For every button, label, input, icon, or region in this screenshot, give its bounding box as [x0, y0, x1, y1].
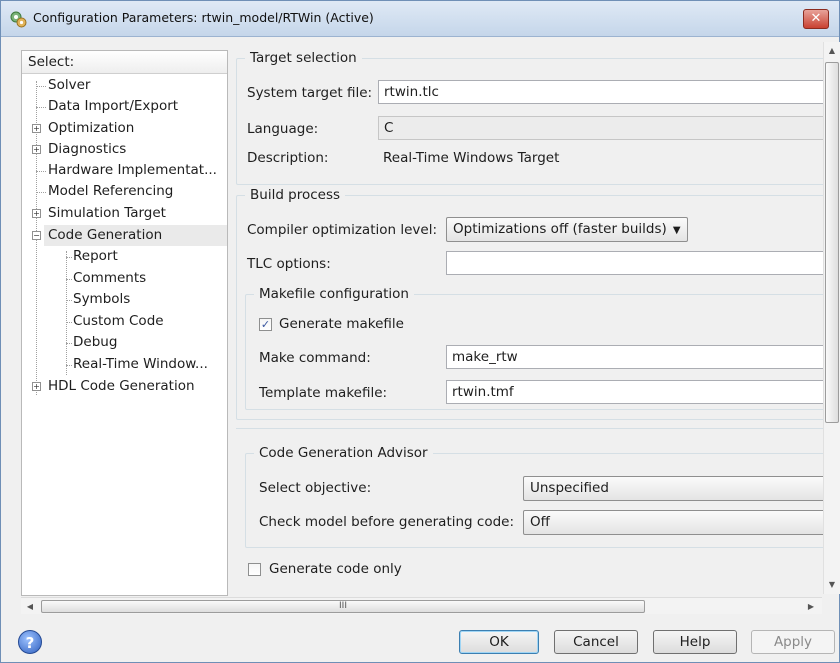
expand-icon[interactable]: +	[32, 145, 41, 154]
tree-connector	[66, 322, 72, 323]
horizontal-scrollbar[interactable]: ◀ III ▶	[21, 597, 822, 614]
group-title: Build process	[245, 187, 346, 203]
tree-item-hdl-code-generation[interactable]: HDL Code Generation	[48, 376, 195, 397]
tree-item-debug[interactable]: Debug	[73, 332, 117, 353]
group-title: Code Generation Advisor	[254, 445, 433, 461]
system-target-label: System target file:	[247, 85, 373, 101]
template-makefile-field[interactable]: rtwin.tmf	[446, 380, 823, 404]
tree-item-simulation-target[interactable]: Simulation Target	[48, 203, 166, 224]
help-button[interactable]: Help	[653, 630, 737, 654]
configuration-parameters-window: Configuration Parameters: rtwin_model/RT…	[0, 0, 840, 663]
generate-makefile-checkbox[interactable]: ✓	[259, 318, 272, 331]
category-tree: Select: Solver Data Import/Export + Opti…	[21, 50, 228, 596]
tree-item-model-referencing[interactable]: Model Referencing	[48, 181, 173, 202]
tree-connector	[66, 300, 72, 301]
chevron-down-icon: ▼	[672, 225, 681, 236]
tree-connector	[36, 192, 46, 193]
tree-connector	[66, 365, 72, 366]
compiler-optimization-dropdown[interactable]: Optimizations off (faster builds) ▼	[446, 217, 688, 242]
select-objective-dropdown[interactable]: Unspecified	[523, 476, 823, 501]
description-label: Description:	[247, 150, 329, 166]
tree-item-optimization[interactable]: Optimization	[48, 118, 134, 139]
compiler-optimization-value: Optimizations off (faster builds)	[453, 221, 667, 237]
tree-item-solver[interactable]: Solver	[48, 75, 90, 96]
scroll-down-icon[interactable]: ▼	[825, 578, 839, 591]
template-makefile-label: Template makefile:	[259, 385, 388, 401]
tree-item-code-generation[interactable]: Code Generation	[48, 225, 162, 246]
language-label: Language:	[247, 121, 319, 137]
tree-item-custom-code[interactable]: Custom Code	[73, 311, 164, 332]
generate-makefile-label: Generate makefile	[279, 316, 404, 332]
compiler-optimization-label: Compiler optimization level:	[247, 222, 437, 238]
tlc-options-label: TLC options:	[247, 256, 331, 272]
generate-code-only-checkbox[interactable]	[248, 563, 261, 576]
gears-icon	[10, 11, 27, 28]
check-model-label: Check model before generating code:	[259, 514, 515, 530]
tree-item-real-time-windows[interactable]: Real-Time Window...	[73, 354, 208, 375]
tree-item-hardware-implementation[interactable]: Hardware Implementat...	[48, 160, 217, 181]
tree-connector	[36, 107, 46, 108]
tree-header: Select:	[22, 51, 227, 74]
close-button[interactable]: ✕	[803, 9, 829, 29]
settings-panel: Target selection System target file: rtw…	[233, 42, 823, 594]
make-command-field[interactable]: make_rtw	[446, 345, 823, 369]
make-command-label: Make command:	[259, 350, 371, 366]
expand-icon[interactable]: +	[32, 209, 41, 218]
expand-icon[interactable]: +	[32, 124, 41, 133]
tree-connector	[36, 86, 46, 87]
tree-item-symbols[interactable]: Symbols	[73, 289, 130, 310]
tree-item-comments[interactable]: Comments	[73, 268, 146, 289]
horizontal-scroll-thumb[interactable]: III	[41, 600, 645, 613]
tree-item-diagnostics[interactable]: Diagnostics	[48, 139, 126, 160]
vertical-scrollbar[interactable]: ▲ ▼	[823, 42, 840, 594]
expand-icon[interactable]: +	[32, 382, 41, 391]
group-title: Target selection	[245, 50, 362, 66]
tree-connector	[66, 251, 67, 375]
tlc-options-field[interactable]	[446, 251, 823, 275]
tree-item-report[interactable]: Report	[73, 246, 118, 267]
scroll-left-icon[interactable]: ◀	[23, 600, 37, 613]
tree-item-data-import-export[interactable]: Data Import/Export	[48, 96, 178, 117]
help-icon[interactable]: ?	[18, 630, 42, 654]
group-title: Makefile configuration	[254, 286, 414, 302]
language-field: C	[378, 116, 823, 140]
description-value: Real-Time Windows Target	[383, 150, 560, 166]
tree-connector	[66, 343, 72, 344]
ok-button[interactable]: OK	[459, 630, 539, 654]
cancel-button[interactable]: Cancel	[554, 630, 638, 654]
title-bar: Configuration Parameters: rtwin_model/RT…	[1, 1, 839, 37]
scroll-up-icon[interactable]: ▲	[825, 44, 839, 57]
apply-button[interactable]: Apply	[751, 630, 835, 654]
tree-connector	[66, 279, 72, 280]
section-divider	[236, 428, 823, 429]
window-title: Configuration Parameters: rtwin_model/RT…	[33, 10, 374, 25]
scroll-right-icon[interactable]: ▶	[804, 600, 818, 613]
tree-connector	[66, 257, 72, 258]
system-target-field[interactable]: rtwin.tlc	[378, 80, 823, 104]
check-model-dropdown[interactable]: Off	[523, 510, 823, 535]
generate-code-only-label: Generate code only	[269, 561, 402, 577]
vertical-scroll-thumb[interactable]	[825, 62, 839, 423]
tree-connector	[36, 171, 46, 172]
select-objective-label: Select objective:	[259, 480, 372, 496]
collapse-icon[interactable]: −	[32, 231, 41, 240]
